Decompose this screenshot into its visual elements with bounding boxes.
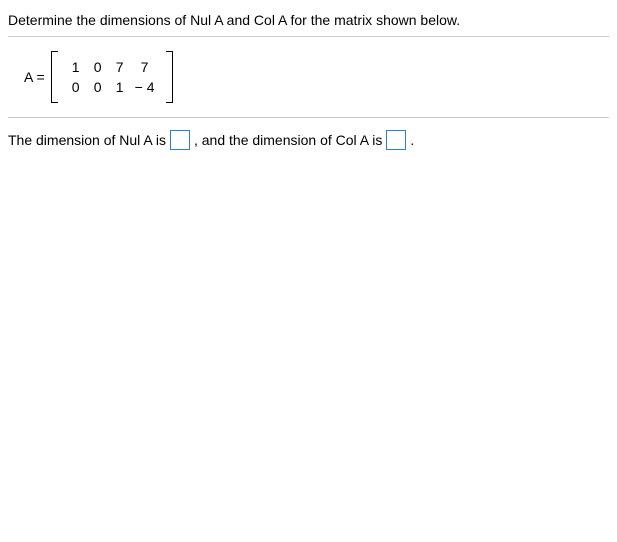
matrix-cell: 7 bbox=[135, 59, 155, 75]
matrix-cell: 1 bbox=[69, 59, 83, 75]
col-a-input[interactable] bbox=[386, 130, 406, 150]
divider-bottom bbox=[8, 117, 609, 118]
matrix-cell: 0 bbox=[69, 79, 83, 95]
matrix-cell: 0 bbox=[91, 79, 105, 95]
matrix-row-0: 1 0 7 7 bbox=[69, 59, 155, 75]
answer-line: The dimension of Nul A is , and the dime… bbox=[8, 130, 609, 150]
bracket-right bbox=[166, 51, 173, 103]
matrix-cell: 0 bbox=[91, 59, 105, 75]
matrix-bracket: 1 0 7 7 0 0 1 − 4 bbox=[51, 51, 173, 103]
nul-a-input[interactable] bbox=[170, 130, 190, 150]
answer-text-2: , and the dimension of Col A is bbox=[194, 132, 382, 148]
matrix-cell: 7 bbox=[113, 59, 127, 75]
bracket-left bbox=[51, 51, 58, 103]
matrix-row-1: 0 0 1 − 4 bbox=[69, 79, 155, 95]
question-text: Determine the dimensions of Nul A and Co… bbox=[8, 12, 609, 28]
matrix-label: A = bbox=[24, 69, 45, 85]
answer-text-1: The dimension of Nul A is bbox=[8, 132, 166, 148]
matrix-content: 1 0 7 7 0 0 1 − 4 bbox=[61, 55, 163, 99]
matrix-cell: 1 bbox=[113, 79, 127, 95]
matrix-cell: − 4 bbox=[135, 79, 155, 95]
divider-top bbox=[8, 36, 609, 37]
matrix-equation: A = 1 0 7 7 0 0 1 − 4 bbox=[24, 51, 609, 103]
answer-text-3: . bbox=[410, 132, 414, 148]
